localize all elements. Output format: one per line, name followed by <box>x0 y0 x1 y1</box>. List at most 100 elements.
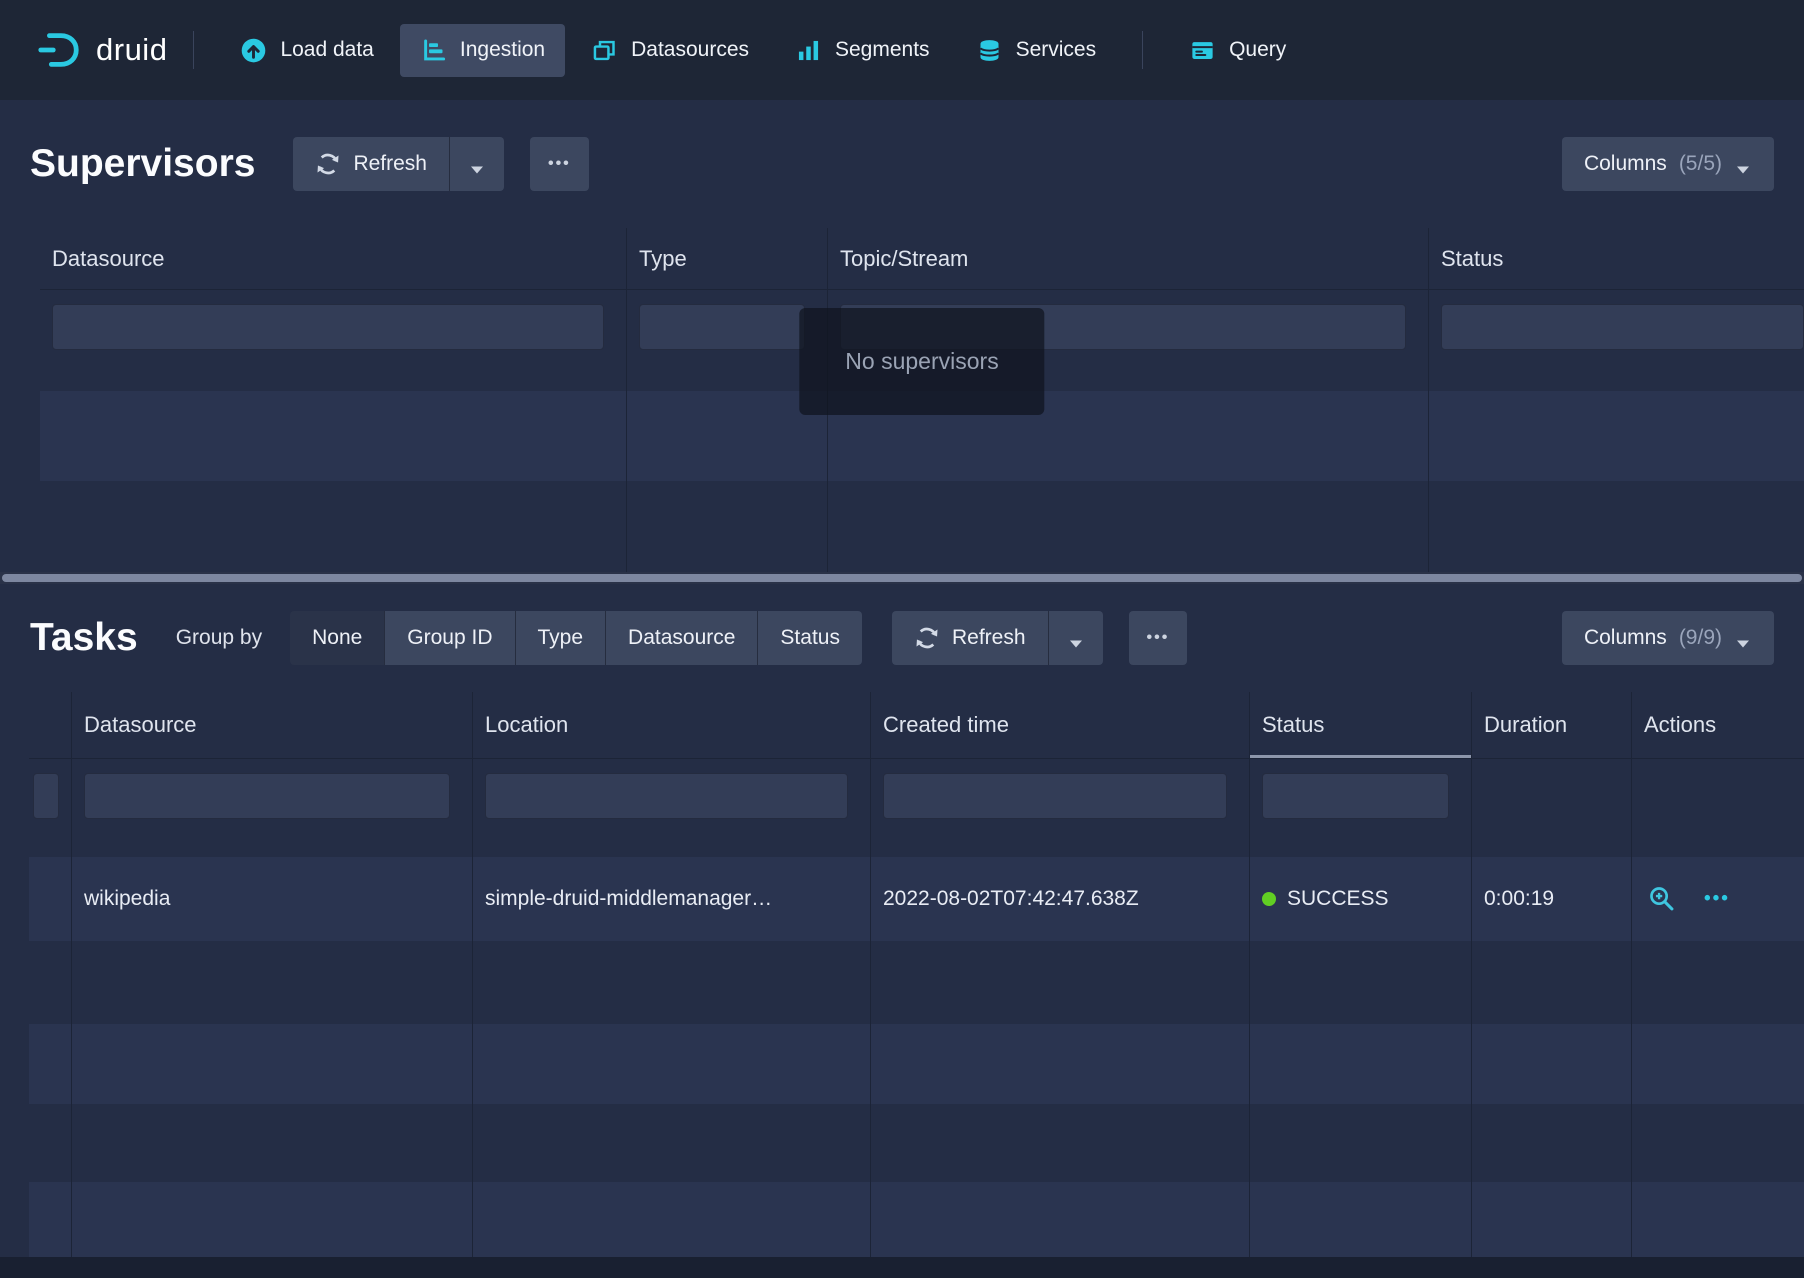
group-by-datasource-button[interactable]: Datasource <box>605 611 757 665</box>
tasks-toolbar: Tasks Group by None Group ID Type Dataso… <box>0 584 1804 692</box>
brand-name: druid <box>96 32 167 68</box>
task-datasource: wikipedia <box>72 857 473 941</box>
tasks-header-status-label: Status <box>1262 712 1324 738</box>
columns-count: (5/5) <box>1679 152 1722 176</box>
supervisors-refresh-split: Refresh <box>293 137 504 191</box>
supervisors-header-type[interactable]: Type <box>627 228 828 289</box>
tasks-header-actions[interactable]: Actions <box>1632 692 1804 758</box>
tasks-refresh-caret-button[interactable] <box>1048 611 1103 665</box>
task-more-actions-button[interactable]: ••• <box>1704 888 1730 910</box>
tasks-header-duration[interactable]: Duration <box>1472 692 1632 758</box>
table-row <box>29 1104 1804 1182</box>
tasks-table: Datasource Location Created time Status … <box>29 692 1804 1257</box>
tasks-filter-status-input[interactable] <box>1262 773 1449 819</box>
refresh-label: Refresh <box>353 152 427 176</box>
supervisors-title: Supervisors <box>30 142 255 186</box>
supervisors-header-datasource[interactable]: Datasource <box>40 228 627 289</box>
tasks-header-location[interactable]: Location <box>473 692 871 758</box>
refresh-icon <box>914 625 940 651</box>
supervisors-refresh-caret-button[interactable] <box>449 137 504 191</box>
table-row <box>29 1024 1804 1104</box>
tasks-refresh-button[interactable]: Refresh <box>892 611 1048 665</box>
top-navbar: druid Load data Ingestion Datasources Se <box>0 0 1804 100</box>
nav-item-datasources[interactable]: Datasources <box>571 24 769 77</box>
nav-item-ingestion[interactable]: Ingestion <box>400 24 565 77</box>
chevron-down-icon <box>468 158 486 170</box>
refresh-label: Refresh <box>952 626 1026 650</box>
nav-label: Load data <box>280 38 373 62</box>
table-row <box>29 1182 1804 1257</box>
supervisors-columns-button[interactable]: Columns (5/5) <box>1562 137 1774 191</box>
nav-item-segments[interactable]: Segments <box>775 24 950 77</box>
columns-label: Columns <box>1584 152 1667 176</box>
nav-item-load-data[interactable]: Load data <box>220 24 393 77</box>
group-by-type-button[interactable]: Type <box>515 611 606 665</box>
tasks-filter-row <box>29 759 1804 857</box>
supervisors-horizontal-scrollbar <box>0 572 1804 584</box>
status-label: SUCCESS <box>1287 887 1389 911</box>
nav-label: Segments <box>835 38 930 62</box>
tasks-filter-created-time-input[interactable] <box>883 773 1227 819</box>
task-status: SUCCESS <box>1250 857 1472 941</box>
supervisors-header-status[interactable]: Status <box>1429 228 1804 289</box>
scrollbar-thumb[interactable] <box>2 574 1802 582</box>
group-by-group-id-button[interactable]: Group ID <box>384 611 514 665</box>
tasks-filter-clipped-input[interactable] <box>33 773 59 819</box>
supervisors-refresh-button[interactable]: Refresh <box>293 137 449 191</box>
nav-label: Query <box>1229 38 1286 62</box>
tasks-filter-location-input[interactable] <box>485 773 848 819</box>
group-by-label: Group by <box>176 626 262 650</box>
tasks-refresh-split: Refresh <box>892 611 1103 665</box>
supervisors-header-topic-stream[interactable]: Topic/Stream <box>828 228 1429 289</box>
druid-logo[interactable]: druid <box>36 27 167 73</box>
columns-count: (9/9) <box>1679 626 1722 650</box>
tasks-more-button[interactable]: ••• <box>1129 611 1188 665</box>
chevron-down-icon <box>1067 632 1085 644</box>
tasks-header-status[interactable]: Status <box>1250 692 1472 758</box>
supervisors-header-row: Datasource Type Topic/Stream Status <box>40 228 1804 290</box>
druid-logo-icon <box>36 27 82 73</box>
supervisors-filter-status-input[interactable] <box>1441 304 1804 350</box>
no-supervisors-message: No supervisors <box>799 308 1044 415</box>
chevron-down-icon <box>1734 632 1752 644</box>
upload-circle-icon <box>240 37 267 64</box>
supervisors-table: Datasource Type Topic/Stream Status No s… <box>40 228 1804 572</box>
group-by-none-button[interactable]: None <box>290 611 384 665</box>
supervisors-filter-datasource-input[interactable] <box>52 304 604 350</box>
group-by-status-button[interactable]: Status <box>757 611 862 665</box>
tasks-horizontal-scrollbar-track[interactable] <box>0 1257 1804 1278</box>
nav-item-query[interactable]: Query <box>1169 24 1306 77</box>
console-icon <box>1189 37 1216 64</box>
nav-label: Services <box>1016 38 1097 62</box>
sort-indicator <box>1250 755 1471 758</box>
task-created-time: 2022-08-02T07:42:47.638Z <box>871 857 1250 941</box>
tasks-filter-datasource-input[interactable] <box>84 773 450 819</box>
tasks-header-datasource[interactable]: Datasource <box>72 692 473 758</box>
stacked-layers-icon <box>591 37 618 64</box>
group-by-segmented-control: None Group ID Type Datasource Status <box>290 611 862 665</box>
task-row-wikipedia[interactable]: wikipedia simple-druid-middlemanager… 20… <box>29 857 1804 941</box>
task-location: simple-druid-middlemanager… <box>473 857 871 941</box>
supervisors-more-button[interactable]: ••• <box>530 137 589 191</box>
tasks-header-clipped[interactable] <box>29 692 72 758</box>
tasks-header-created-time[interactable]: Created time <box>871 692 1250 758</box>
ingestion-chart-icon <box>420 37 447 64</box>
database-icon <box>976 37 1003 64</box>
task-duration: 0:00:19 <box>1472 857 1632 941</box>
navbar-divider-2 <box>1142 31 1143 69</box>
supervisors-filter-type-input[interactable] <box>639 304 805 350</box>
supervisors-toolbar: Supervisors Refresh ••• Columns (5/5) <box>0 100 1804 228</box>
nav-items: Load data Ingestion Datasources Segments… <box>220 24 1116 77</box>
columns-label: Columns <box>1584 626 1667 650</box>
navbar-divider <box>193 31 194 69</box>
tasks-header-row: Datasource Location Created time Status … <box>29 692 1804 759</box>
tasks-columns-button[interactable]: Columns (9/9) <box>1562 611 1774 665</box>
bar-chart-icon <box>795 37 822 64</box>
magnify-details-icon[interactable] <box>1648 885 1676 913</box>
refresh-icon <box>315 151 341 177</box>
nav-item-services[interactable]: Services <box>956 24 1117 77</box>
table-row <box>40 481 1804 572</box>
status-success-dot <box>1262 892 1276 906</box>
nav-label: Datasources <box>631 38 749 62</box>
tasks-title: Tasks <box>30 616 138 660</box>
